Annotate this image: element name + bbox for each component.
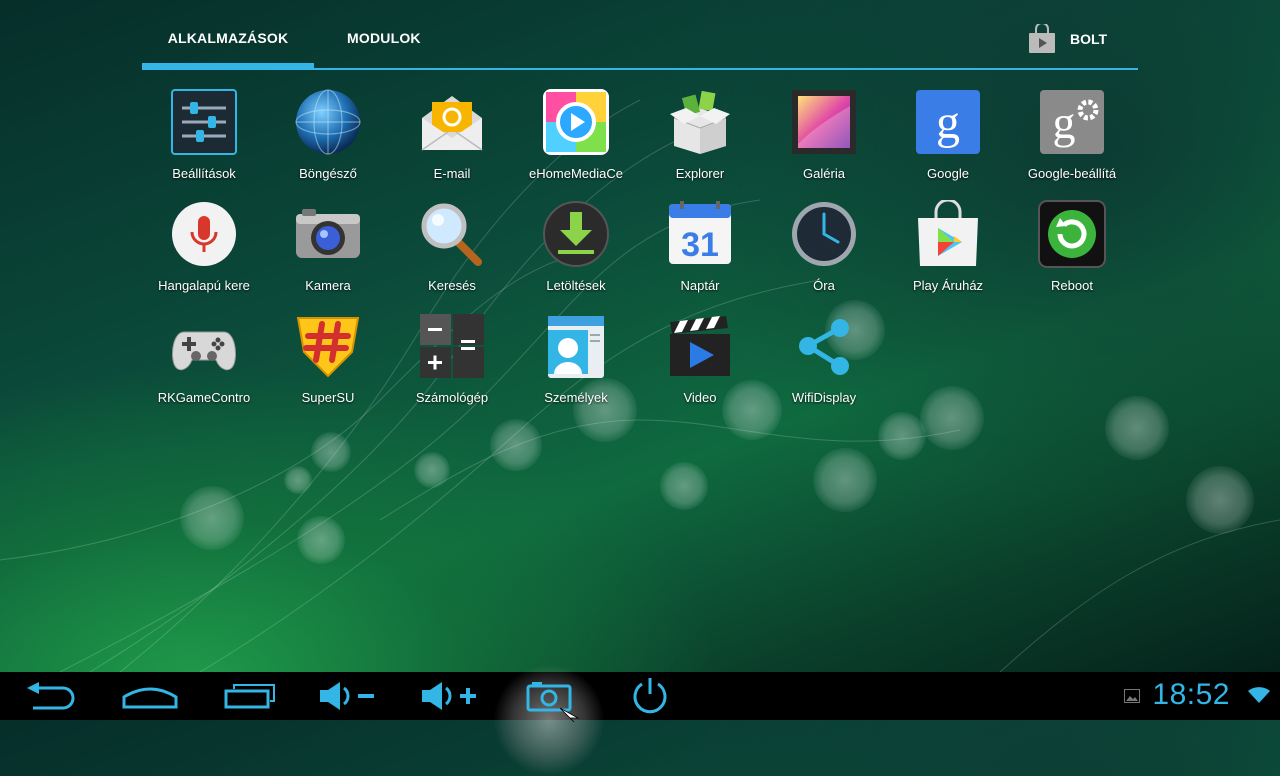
recent-apps-button[interactable] bbox=[210, 672, 290, 720]
app-label: Google-beállítá bbox=[1027, 166, 1117, 181]
app-label: WifiDisplay bbox=[791, 390, 857, 405]
app-reboot[interactable]: Reboot bbox=[1010, 198, 1134, 310]
status-clock: 18:52 bbox=[1152, 678, 1230, 711]
app-label: Kamera bbox=[305, 278, 351, 293]
app-label: RKGameContro bbox=[157, 390, 251, 405]
power-icon bbox=[633, 678, 667, 714]
app-ehome-media-center[interactable]: eHomeMediaCe bbox=[514, 86, 638, 198]
app-label: SuperSU bbox=[301, 390, 355, 405]
camera-icon bbox=[296, 209, 360, 258]
store-label: BOLT bbox=[1070, 31, 1108, 47]
app-calendar[interactable]: 31 Naptár bbox=[638, 198, 762, 310]
email-icon bbox=[421, 96, 483, 151]
home-button[interactable] bbox=[110, 672, 190, 720]
app-google[interactable]: g Google bbox=[886, 86, 1010, 198]
app-email[interactable]: E-mail bbox=[390, 86, 514, 198]
app-label: eHomeMediaCe bbox=[529, 166, 623, 181]
reboot-icon bbox=[1038, 200, 1106, 268]
power-button[interactable] bbox=[610, 672, 690, 720]
downloads-icon bbox=[543, 201, 609, 267]
app-explorer[interactable]: Explorer bbox=[638, 86, 762, 198]
calculator-icon bbox=[420, 314, 484, 378]
tab-apps[interactable]: ALKALMAZÁSOK bbox=[142, 16, 314, 68]
app-label: Video bbox=[683, 390, 717, 405]
app-label: E-mail bbox=[433, 166, 471, 181]
google-settings-icon: g bbox=[1040, 90, 1104, 154]
search-icon bbox=[421, 203, 482, 266]
gallery-icon bbox=[792, 90, 856, 154]
app-label: Letöltések bbox=[546, 278, 606, 293]
svg-text:g: g bbox=[936, 96, 960, 149]
app-label: Explorer bbox=[675, 166, 725, 181]
app-clock[interactable]: Óra bbox=[762, 198, 886, 310]
volume-down-icon bbox=[320, 682, 374, 710]
ehome-media-center-icon bbox=[543, 89, 609, 155]
back-icon bbox=[27, 682, 75, 710]
store-button[interactable]: BOLT bbox=[1028, 16, 1138, 62]
calendar-icon: 31 bbox=[669, 201, 731, 264]
explorer-box-icon bbox=[670, 90, 730, 154]
app-wifi-display[interactable]: WifiDisplay bbox=[762, 310, 886, 422]
app-camera[interactable]: Kamera bbox=[266, 198, 390, 310]
app-play-store[interactable]: Play Áruház bbox=[886, 198, 1010, 310]
app-label: Naptár bbox=[680, 278, 720, 293]
calendar-day: 31 bbox=[681, 226, 719, 264]
app-label: Hangalapú kere bbox=[158, 278, 250, 293]
clock-icon bbox=[792, 202, 856, 266]
app-voice-search[interactable]: Hangalapú kere bbox=[142, 198, 266, 310]
supersu-icon bbox=[296, 317, 360, 378]
gallery-notification-icon[interactable] bbox=[1124, 689, 1140, 703]
svg-text:g: g bbox=[1053, 97, 1076, 148]
gamepad-icon bbox=[171, 331, 237, 371]
app-contacts[interactable]: Személyek bbox=[514, 310, 638, 422]
settings-icon bbox=[171, 89, 237, 155]
contacts-icon bbox=[548, 316, 604, 378]
home-icon bbox=[122, 687, 178, 709]
app-label: Play Áruház bbox=[912, 278, 984, 293]
app-label: Reboot bbox=[1051, 278, 1093, 293]
app-browser[interactable]: Böngésző bbox=[266, 86, 390, 198]
app-rk-game-controller[interactable]: RKGameContro bbox=[142, 310, 266, 422]
launcher-tabs: ALKALMAZÁSOK MODULOK BOLT bbox=[142, 16, 1138, 70]
app-label: Óra bbox=[813, 278, 835, 293]
app-calculator[interactable]: Számológép bbox=[390, 310, 514, 422]
app-label: Beállítások bbox=[172, 166, 236, 181]
app-label: Böngésző bbox=[299, 166, 357, 181]
play-store-icon bbox=[918, 200, 978, 266]
video-clapper-icon bbox=[670, 316, 730, 376]
share-icon bbox=[799, 319, 849, 375]
app-settings[interactable]: Beállítások bbox=[142, 86, 266, 198]
app-label: Keresés bbox=[428, 278, 476, 293]
app-search[interactable]: Keresés bbox=[390, 198, 514, 310]
store-bag-icon bbox=[1029, 24, 1055, 53]
tab-widgets[interactable]: MODULOK bbox=[347, 16, 421, 66]
app-video[interactable]: Video bbox=[638, 310, 762, 422]
app-label: Google bbox=[927, 166, 969, 181]
recent-apps-icon bbox=[224, 684, 275, 709]
google-icon: g bbox=[916, 90, 980, 154]
app-label: Galéria bbox=[803, 166, 845, 181]
app-label: Személyek bbox=[544, 390, 608, 405]
app-supersu[interactable]: SuperSU bbox=[266, 310, 390, 422]
volume-up-button[interactable] bbox=[410, 672, 490, 720]
volume-up-icon bbox=[422, 682, 476, 710]
wifi-icon bbox=[1248, 687, 1270, 703]
navigation-bar: 18:52 bbox=[0, 664, 1280, 776]
app-gallery[interactable]: Galéria bbox=[762, 86, 886, 198]
volume-down-button[interactable] bbox=[308, 672, 388, 720]
app-label: Számológép bbox=[415, 390, 489, 405]
app-google-settings[interactable]: g Google-beállítá bbox=[1010, 86, 1134, 198]
app-downloads[interactable]: Letöltések bbox=[514, 198, 638, 310]
back-button[interactable] bbox=[10, 672, 90, 720]
browser-globe-icon bbox=[295, 89, 361, 155]
voice-search-icon bbox=[172, 202, 236, 266]
